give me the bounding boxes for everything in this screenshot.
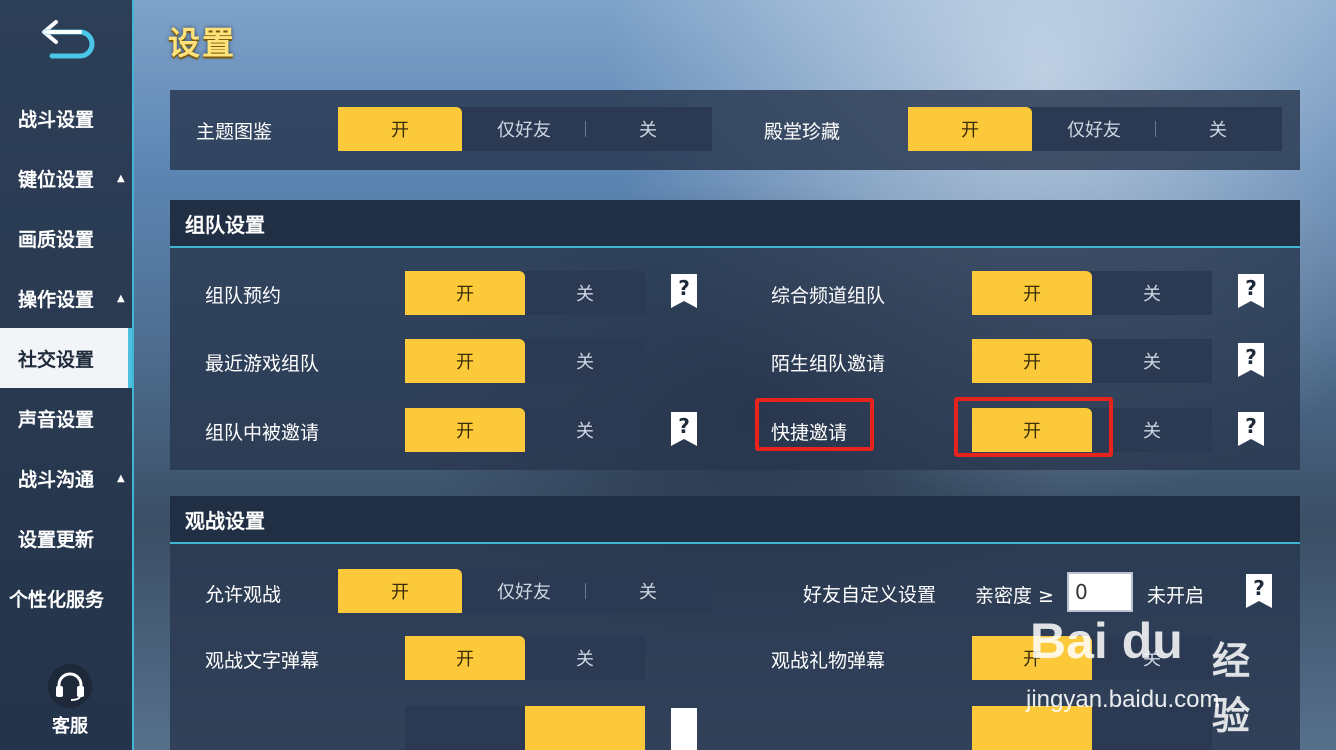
allow-watch-toggle[interactable]: 开 仅好友 关 <box>338 569 712 613</box>
watermark-url: jingyan.baidu.com <box>1026 686 1220 713</box>
option-on[interactable]: 开 <box>338 107 462 151</box>
option-off[interactable]: 关 <box>525 636 645 680</box>
sidebar-item-personalized[interactable]: 个性化服务 <box>0 568 132 628</box>
option-on[interactable]: 开 <box>405 339 525 383</box>
sidebar-item-graphics[interactable]: 画质设置 <box>0 208 132 268</box>
sidebar-item-label: 设置更新 <box>18 528 95 551</box>
sidebar-item-keys[interactable]: 键位设置 ▲ <box>0 148 132 208</box>
svg-text:?: ? <box>678 276 690 300</box>
svg-text:?: ? <box>678 414 690 438</box>
sidebar-item-label: 战斗设置 <box>18 108 95 131</box>
help-icon[interactable]: ? <box>1238 274 1264 308</box>
watermark-logo: Bai du <box>1030 613 1183 669</box>
stranger-invite-toggle[interactable]: 开 关 <box>972 339 1212 383</box>
back-arrow-icon[interactable] <box>38 16 100 60</box>
sidebar-item-label: 键位设置 <box>18 168 95 191</box>
svg-text:?: ? <box>1245 345 1257 369</box>
sidebar-item-label: 战斗沟通 <box>18 468 95 491</box>
expand-arrow-icon: ▲ <box>117 472 125 484</box>
friend-custom-status: 未开启 <box>1147 585 1205 607</box>
expand-arrow-icon: ▲ <box>117 292 125 304</box>
hall-label: 殿堂珍藏 <box>764 121 841 143</box>
option-highlight <box>525 706 645 750</box>
option-friends-only[interactable]: 仅好友 <box>462 107 586 151</box>
sidebar-item-label: 操作设置 <box>18 288 95 311</box>
watermark: Bai du 经验 jingyan.baidu.com <box>1020 612 1280 738</box>
invited-in-team-label: 组队中被邀请 <box>205 422 320 444</box>
friend-custom-label: 好友自定义设置 <box>803 584 937 606</box>
sidebar-nav: 战斗设置 键位设置 ▲ 画质设置 操作设置 ▲ 社交设置 声音设置 战斗沟通 ▲ 设置… <box>0 88 132 628</box>
recent-team-toggle[interactable]: 开 关 <box>405 339 645 383</box>
page-title: 设置 <box>168 24 237 62</box>
intimacy-label: 亲密度 ≥ <box>975 585 1054 607</box>
customer-service-button[interactable]: 客服 <box>40 664 100 738</box>
option-off[interactable]: 关 <box>525 339 645 383</box>
theme-toggle[interactable]: 开 仅好友 关 <box>338 107 712 151</box>
text-danmu-toggle[interactable]: 开 关 <box>405 636 645 680</box>
sidebar-item-controls[interactable]: 操作设置 ▲ <box>0 268 132 328</box>
svg-text:?: ? <box>1253 576 1265 600</box>
option-on[interactable]: 开 <box>338 569 462 613</box>
help-icon[interactable]: ? <box>1238 343 1264 377</box>
hall-toggle[interactable]: 开 仅好友 关 <box>908 107 1282 151</box>
watermark-text: 经验 <box>1212 639 1251 738</box>
sidebar-item-social[interactable]: 社交设置 <box>0 328 132 388</box>
intimacy-input[interactable]: 0 <box>1067 572 1133 612</box>
option-on[interactable]: 开 <box>972 339 1092 383</box>
sidebar: 战斗设置 键位设置 ▲ 画质设置 操作设置 ▲ 社交设置 声音设置 战斗沟通 ▲ 设置… <box>0 0 134 750</box>
option-on[interactable]: 开 <box>405 271 525 315</box>
channel-team-toggle[interactable]: 开 关 <box>972 271 1212 315</box>
sidebar-item-label: 声音设置 <box>18 408 95 431</box>
sidebar-item-label: 画质设置 <box>18 228 95 251</box>
option-on[interactable]: 开 <box>405 408 525 452</box>
headset-icon <box>48 664 92 708</box>
customer-service-label: 客服 <box>52 716 88 737</box>
help-icon[interactable]: ? <box>1238 412 1264 446</box>
sidebar-item-sound[interactable]: 声音设置 <box>0 388 132 448</box>
sidebar-item-battle[interactable]: 战斗设置 <box>0 88 132 148</box>
svg-text:?: ? <box>1245 276 1257 300</box>
stranger-invite-label: 陌生组队邀请 <box>771 353 886 375</box>
allow-watch-label: 允许观战 <box>205 584 282 606</box>
expand-arrow-icon: ▲ <box>117 172 125 184</box>
sidebar-item-label: 社交设置 <box>18 348 95 371</box>
sidebar-item-label: 个性化服务 <box>9 588 105 611</box>
option-off[interactable]: 关 <box>525 408 645 452</box>
option-on[interactable]: 开 <box>908 107 1032 151</box>
option-on[interactable]: 开 <box>405 636 525 680</box>
team-reserve-toggle[interactable]: 开 关 <box>405 271 645 315</box>
highlight-box-label <box>755 398 874 451</box>
channel-team-label: 综合频道组队 <box>771 285 886 307</box>
theme-label: 主题图鉴 <box>196 121 273 143</box>
option-off[interactable]: 关 <box>1092 339 1212 383</box>
option-on[interactable]: 开 <box>972 271 1092 315</box>
option-off[interactable]: 关 <box>525 271 645 315</box>
option-off[interactable]: 关 <box>586 569 710 613</box>
option-off[interactable]: 关 <box>1156 107 1280 151</box>
invited-in-team-toggle[interactable]: 开 关 <box>405 408 645 452</box>
sidebar-item-communication[interactable]: 战斗沟通 ▲ <box>0 448 132 508</box>
team-settings-header: 组队设置 <box>170 200 1300 248</box>
help-icon[interactable]: ? <box>671 412 697 446</box>
gift-danmu-label: 观战礼物弹幕 <box>771 650 886 672</box>
team-reserve-label: 组队预约 <box>205 285 282 307</box>
text-danmu-label: 观战文字弹幕 <box>205 650 320 672</box>
option-friends-only[interactable]: 仅好友 <box>1032 107 1156 151</box>
watch-settings-header: 观战设置 <box>170 496 1300 544</box>
sidebar-item-updates[interactable]: 设置更新 <box>0 508 132 568</box>
help-icon[interactable]: ? <box>1246 574 1272 608</box>
svg-text:?: ? <box>1245 414 1257 438</box>
option-off[interactable]: 关 <box>586 107 710 151</box>
option-off[interactable]: 关 <box>1092 271 1212 315</box>
help-icon[interactable]: ? <box>671 274 697 308</box>
recent-team-label: 最近游戏组队 <box>205 353 320 375</box>
help-icon[interactable] <box>671 708 697 750</box>
partial-toggle[interactable] <box>405 706 645 750</box>
option-friends-only[interactable]: 仅好友 <box>462 569 586 613</box>
highlight-box-toggle <box>954 397 1113 457</box>
